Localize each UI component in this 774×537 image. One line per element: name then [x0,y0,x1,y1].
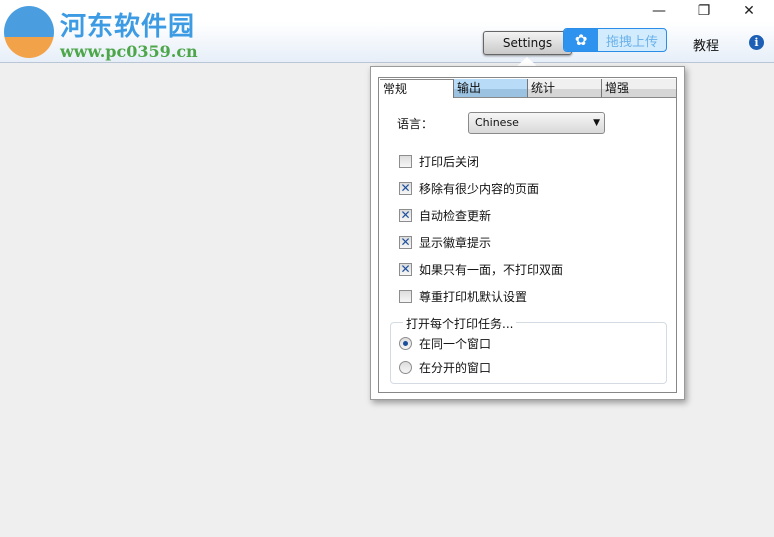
checkbox-row[interactable]: ✕ 如果只有一面，不打印双面 [399,261,563,277]
dropdown-arrow-icon: ▼ [593,118,600,128]
checkbox-label: 移除有很少内容的页面 [419,181,540,196]
checkbox[interactable] [399,289,412,303]
checkbox-row[interactable]: ✕ 移除有很少内容的页面 [399,180,539,196]
radio-separate-window[interactable]: 在分开的窗口 [399,359,491,376]
tutorial-link[interactable]: 教程 [693,35,719,54]
checkbox-label: 如果只有一面，不打印双面 [419,262,564,277]
checkbox-row[interactable]: 打印后关闭 [399,153,479,169]
radio-same-window[interactable]: 在同一个窗口 [399,335,491,352]
tab-general[interactable]: 常规 [380,79,454,98]
info-icon[interactable]: i [749,35,764,50]
checkbox-label: 显示徽章提示 [419,235,492,250]
checkbox[interactable]: ✕ [399,235,412,249]
checkbox[interactable]: ✕ [399,208,412,222]
open-print-job-group: 打开每个打印任务... 在同一个窗口 在分开的窗口 [390,315,667,384]
language-value: Chinese [475,116,519,129]
checkbox[interactable]: ✕ [399,181,412,195]
checkbox-label: 尊重打印机默认设置 [419,289,528,304]
close-button[interactable]: ✕ [726,0,772,22]
app-header: 河东软件园 www.pc0359.cn — ❐ ✕ Settings ✿ 拖拽上… [0,0,774,63]
logo-icon [4,6,54,58]
radio-label: 在同一个窗口 [419,337,492,351]
upload-label: 拖拽上传 [605,34,658,50]
settings-popup: 常规 输出 统计 增强 语言： Chinese ▼ 打印后关闭 ✕ 移除有很少内容的… [370,66,685,400]
tab-enhance[interactable]: 增强 [602,79,676,98]
tab-statistics[interactable]: 统计 [528,79,602,98]
checkbox-label: 自动检查更新 [419,208,492,223]
radio-button[interactable] [399,337,412,350]
checkbox-row[interactable]: ✕ 自动检查更新 [399,207,491,223]
language-select[interactable]: Chinese ▼ [468,112,605,134]
checkbox[interactable]: ✕ [399,262,412,276]
maximize-button[interactable]: ❐ [681,0,727,22]
radio-button[interactable] [399,361,412,374]
tab-output[interactable]: 输出 [454,79,528,98]
checkbox-row[interactable]: 尊重打印机默认设置 [399,288,527,304]
settings-button[interactable]: Settings [483,31,572,55]
checkbox-label: 打印后关闭 [419,154,480,169]
minimize-button[interactable]: — [636,0,682,22]
cloud-icon: ✿ [564,29,598,51]
radio-label: 在分开的窗口 [419,361,492,375]
logo-title: 河东软件园 [60,12,196,42]
language-label: 语言： [397,117,434,131]
checkbox[interactable] [399,154,412,168]
group-label: 打开每个打印任务... [403,315,517,332]
logo-url: www.pc0359.cn [60,42,198,61]
tab-panel: 常规 输出 统计 增强 语言： Chinese ▼ 打印后关闭 ✕ 移除有很少内容的… [378,77,677,393]
drag-upload-button[interactable]: ✿ 拖拽上传 [563,28,667,52]
checkbox-row[interactable]: ✕ 显示徽章提示 [399,234,491,250]
